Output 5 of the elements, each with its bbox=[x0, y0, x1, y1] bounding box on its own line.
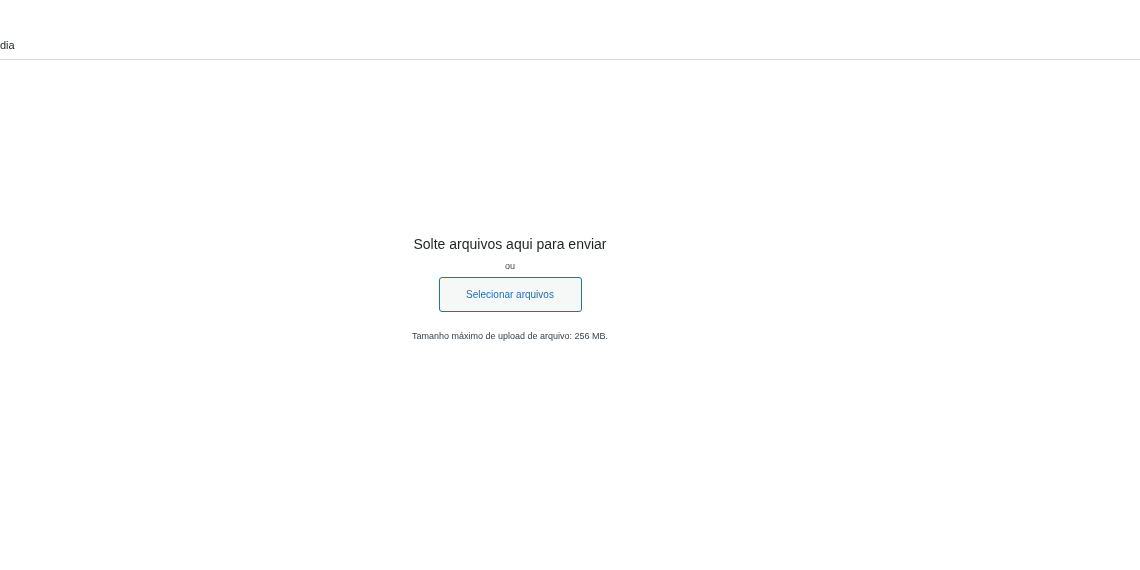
max-upload-size: Tamanho máximo de upload de arquivo: 256 MB. bbox=[411, 329, 609, 343]
select-files-button[interactable]: Selecionar arquivos bbox=[438, 276, 582, 312]
page-title: dia bbox=[0, 37, 15, 53]
drop-instructions: Solte arquivos aqui para enviar bbox=[413, 235, 607, 254]
separator-text: ou bbox=[505, 260, 515, 273]
